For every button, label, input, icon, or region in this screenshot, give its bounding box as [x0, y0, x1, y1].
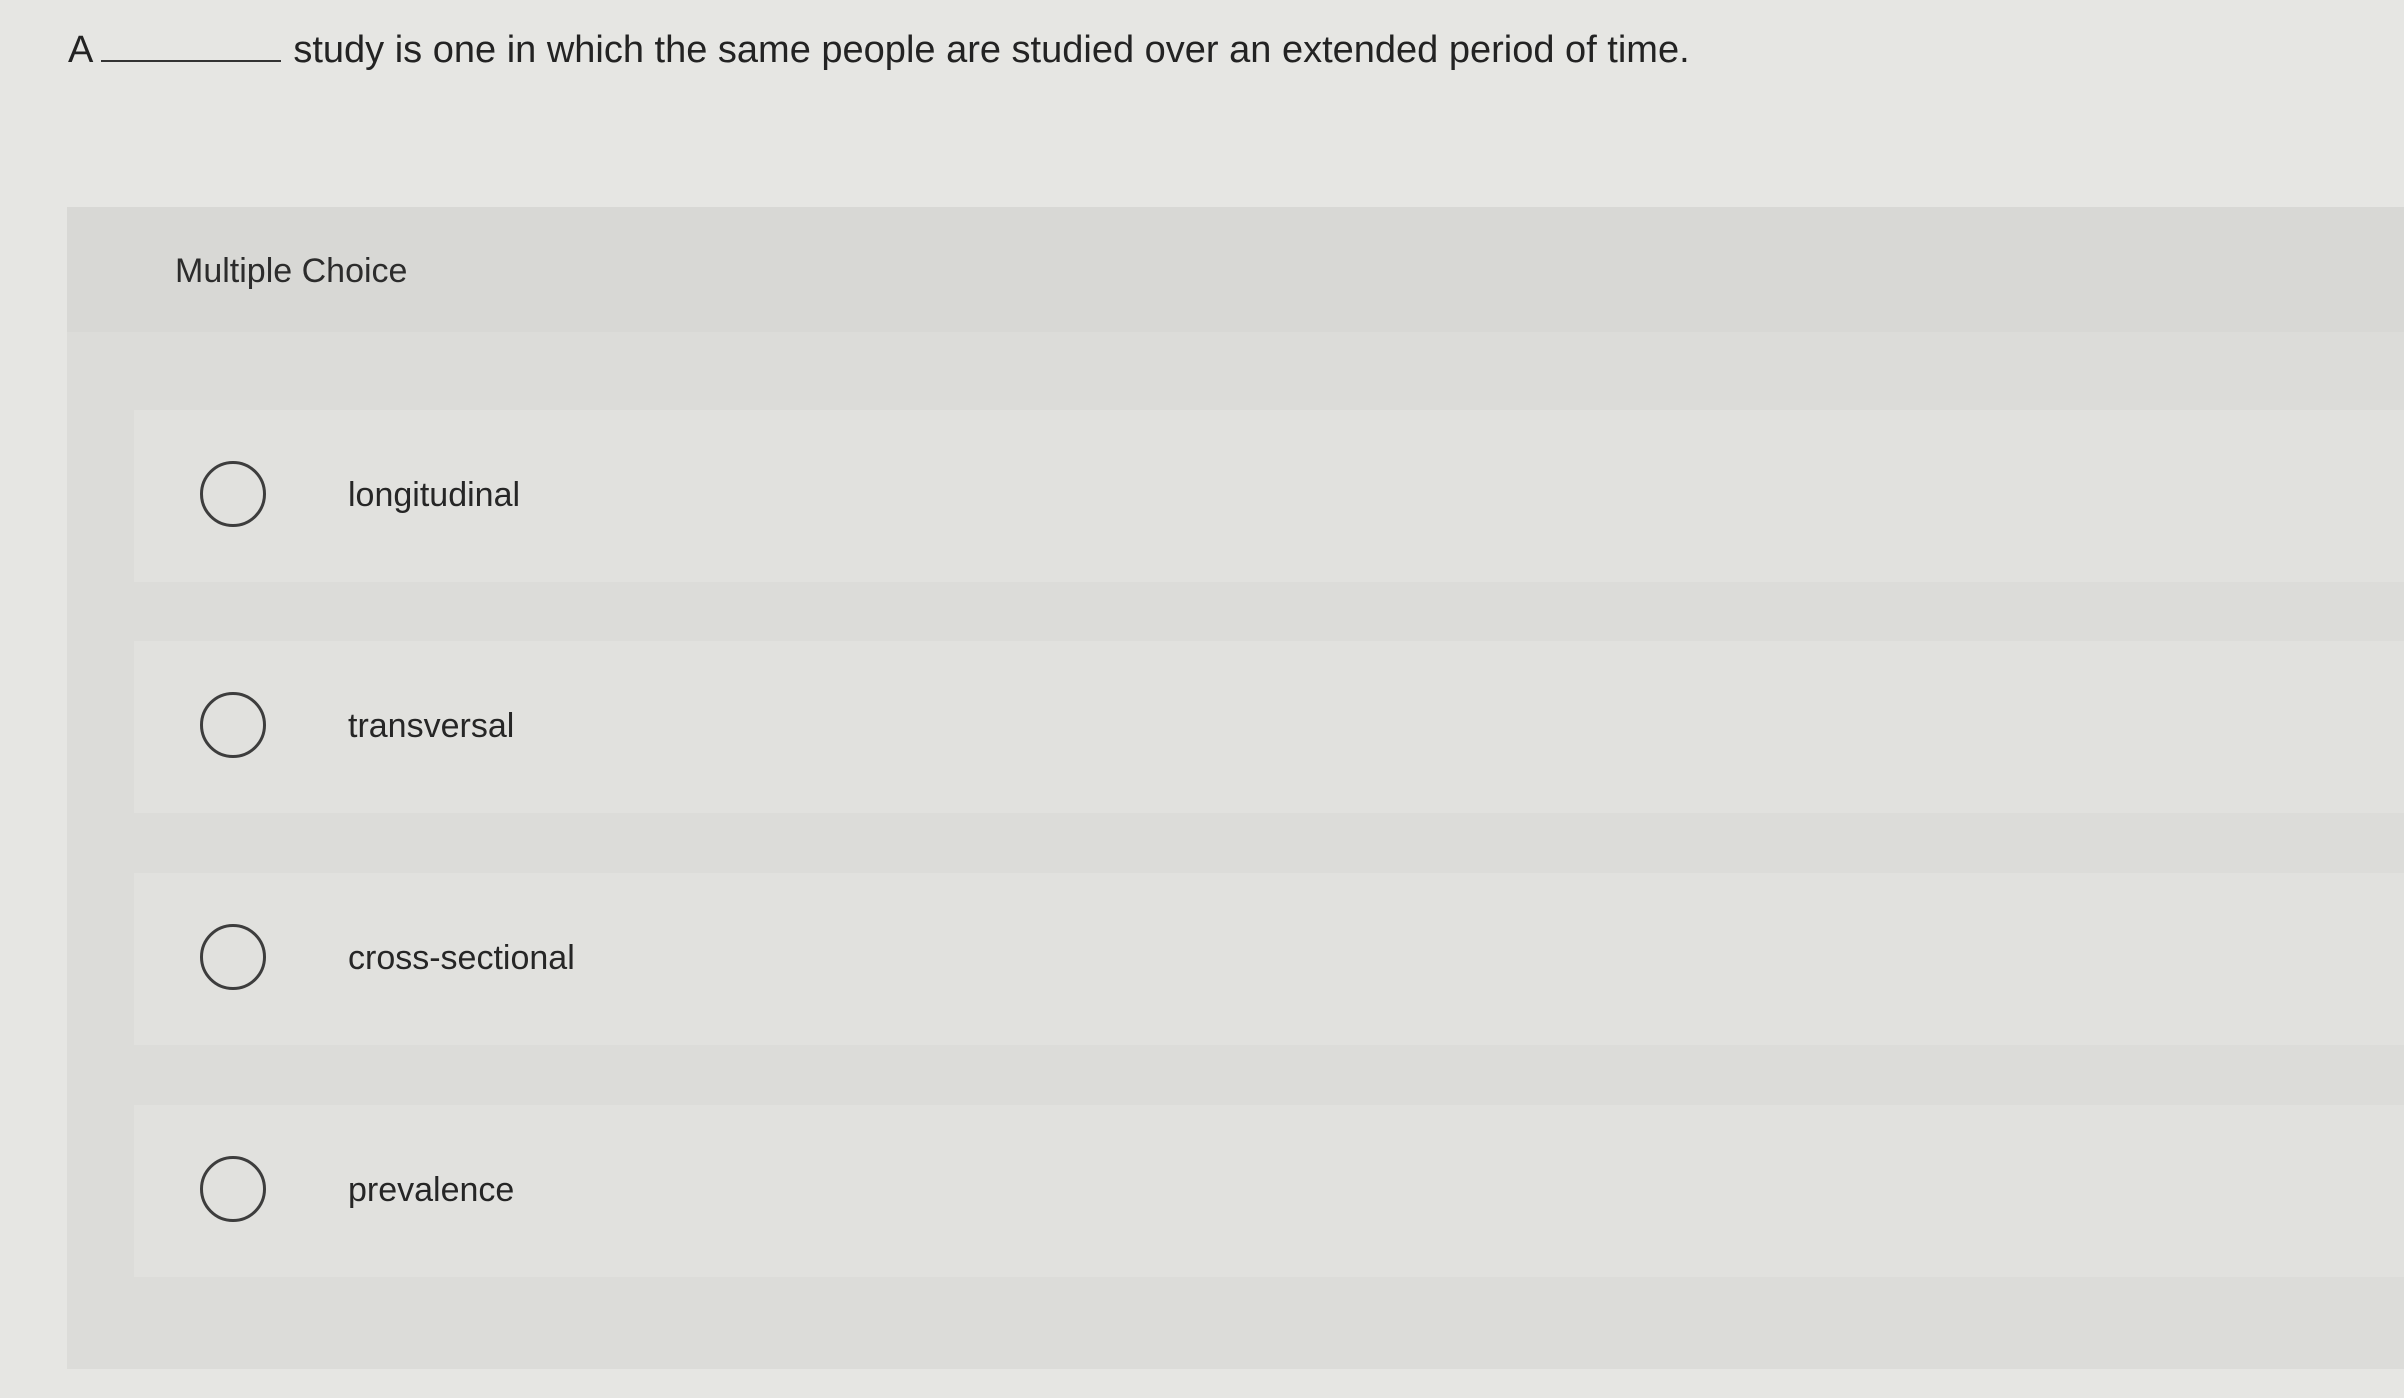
option-label[interactable]: longitudinal	[348, 472, 520, 518]
option-prevalence[interactable]: prevalence	[134, 1105, 2404, 1277]
panel-header: Multiple Choice	[67, 207, 2404, 332]
question-text: Astudy is one in which the same people a…	[68, 22, 1690, 78]
option-cross-sectional[interactable]: cross-sectional	[134, 873, 2404, 1045]
multiple-choice-panel: Multiple Choice longitudinal transversal…	[67, 207, 2404, 1369]
radio-button-icon[interactable]	[200, 1156, 266, 1222]
question-prefix: A	[68, 29, 94, 71]
option-longitudinal[interactable]: longitudinal	[134, 410, 2404, 582]
answer-blank	[101, 24, 282, 62]
panel-title: Multiple Choice	[175, 252, 408, 290]
radio-button-icon[interactable]	[200, 692, 266, 758]
radio-button-icon[interactable]	[200, 924, 266, 990]
option-label[interactable]: transversal	[348, 703, 514, 749]
question-suffix: study is one in which the same people ar…	[293, 29, 1690, 71]
option-label[interactable]: cross-sectional	[348, 935, 575, 981]
option-transversal[interactable]: transversal	[134, 641, 2404, 813]
option-label[interactable]: prevalence	[348, 1167, 514, 1213]
radio-button-icon[interactable]	[200, 461, 266, 527]
